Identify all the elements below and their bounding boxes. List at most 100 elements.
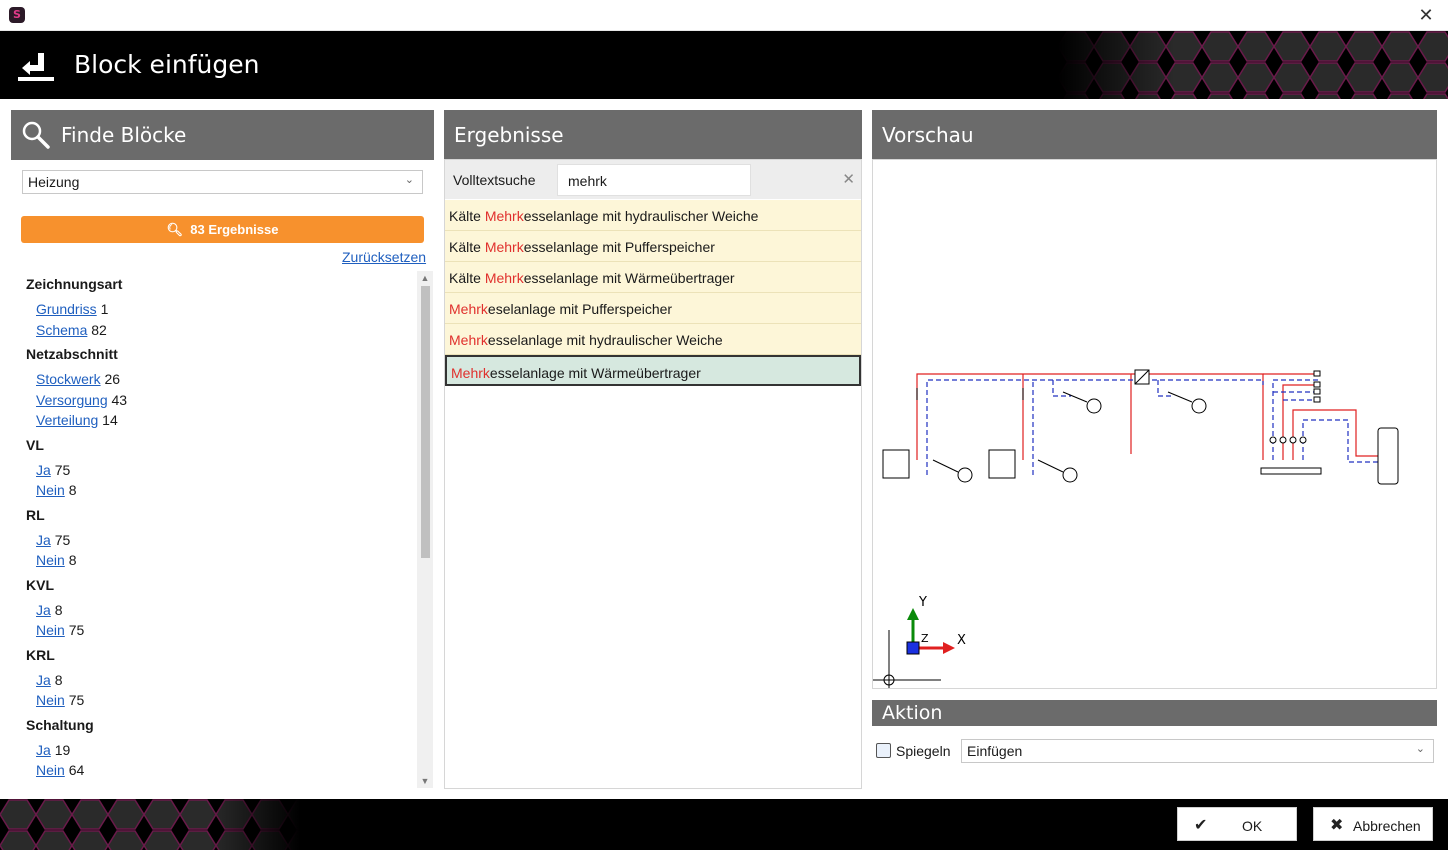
facet-item: Nein 8	[36, 482, 76, 498]
clear-search-icon[interactable]: ✕	[842, 170, 855, 188]
facet-item-count: 8	[68, 482, 77, 498]
fulltext-search-label: Volltextsuche	[453, 172, 536, 188]
close-window-button[interactable]: ✕	[1414, 3, 1438, 27]
facet-item: Nein 64	[36, 762, 84, 778]
facet-item: Schema 82	[36, 322, 107, 338]
facet-item-count: 8	[54, 601, 63, 618]
footer-hex-decoration	[0, 799, 300, 850]
cancel-icon: ✖	[1330, 817, 1344, 834]
facet-item: Nein 75	[36, 622, 84, 638]
result-item[interactable]: Mehrkesselanlage mit Wärmeübertrager	[445, 355, 861, 386]
facet-item-link[interactable]: Nein	[36, 552, 65, 568]
facet-item-link[interactable]: Nein	[36, 762, 65, 778]
result-prefix: Kälte	[449, 208, 485, 224]
facet-heading: Zeichnungsart	[26, 276, 123, 292]
facet-scrollbar[interactable]: ▲ ▼	[417, 271, 433, 788]
facet-item: Ja 8	[36, 602, 62, 618]
mirror-checkbox[interactable]	[876, 743, 891, 758]
chevron-down-icon: ⌄	[404, 174, 414, 186]
facet-item-link[interactable]: Stockwerk	[36, 371, 101, 387]
result-prefix: Kälte	[449, 239, 485, 255]
ok-button[interactable]: ✔ OK	[1177, 807, 1297, 841]
facet-item-count: 64	[68, 762, 85, 778]
facet-heading: Netzabschnitt	[26, 346, 118, 362]
reset-link[interactable]: Zurücksetzen	[342, 249, 426, 265]
cancel-button[interactable]: ✖ Abbrechen	[1313, 807, 1433, 841]
find-blocks-header: Finde Blöcke	[11, 110, 434, 160]
axis-x-label: X	[957, 633, 966, 648]
result-item[interactable]: Kälte Mehrkesselanlage mit Wärmeübertrag…	[445, 262, 861, 293]
facet-heading: Schaltung	[26, 716, 94, 733]
facet-item: Ja 8	[36, 672, 62, 688]
facet-item-link[interactable]: Verteilung	[36, 412, 98, 428]
results-header: Ergebnisse	[444, 110, 862, 160]
result-item[interactable]: Mehrkeselanlage mit Pufferspeicher	[445, 293, 861, 324]
fulltext-search-row: Volltextsuche mehrk ✕	[445, 160, 861, 199]
search-icon: 🔍︎	[166, 222, 184, 237]
facet-item-count: 75	[54, 461, 71, 478]
facet-item: Nein 75	[36, 692, 84, 708]
result-item[interactable]: Kälte Mehrkesselanlage mit Pufferspeiche…	[445, 231, 861, 262]
result-match-highlight: Mehrk	[451, 365, 490, 381]
action-header: Aktion	[872, 700, 1437, 726]
action-select-value: Einfügen	[967, 743, 1023, 759]
facet-item-link[interactable]: Ja	[36, 742, 51, 758]
app-logo-icon	[9, 7, 25, 23]
result-item[interactable]: Mehrkesselanlage mit hydraulischer Weich…	[445, 324, 861, 355]
category-select[interactable]: Heizung ⌄	[22, 170, 423, 194]
facet-item-link[interactable]: Nein	[36, 692, 65, 708]
facet-heading: RL	[26, 506, 45, 523]
facet-item-link[interactable]: Ja	[36, 602, 51, 618]
facet-item-count: 14	[102, 412, 118, 428]
facet-item-count: 8	[68, 552, 77, 568]
result-suffix: esselanlage mit Wärmeübertrager	[489, 365, 701, 381]
ok-button-label: OK	[1242, 818, 1263, 834]
scroll-down-icon[interactable]: ▼	[417, 774, 433, 788]
result-match-highlight: Mehrk	[484, 270, 524, 286]
facet-heading: KRL	[26, 646, 55, 663]
chevron-down-icon: ⌄	[1415, 743, 1425, 755]
preview-canvas[interactable]: Y X Z	[872, 159, 1437, 689]
action-select[interactable]: Einfügen ⌄	[961, 739, 1434, 763]
facet-item: Grundriss 1	[36, 301, 108, 317]
facet-item-count: 75	[54, 531, 71, 548]
preview-title: Vorschau	[882, 123, 974, 147]
facet-item: Nein 8	[36, 552, 76, 568]
facet-item: Ja 75	[36, 532, 70, 548]
results-title: Ergebnisse	[454, 123, 564, 147]
result-match-highlight: Mehrk	[484, 208, 524, 224]
facet-item-count: 19	[54, 741, 71, 758]
axis-z-label: Z	[921, 632, 929, 645]
dialog-title: Block einfügen	[74, 50, 260, 79]
facet-item-link[interactable]: Schema	[36, 322, 87, 338]
facet-heading: KVL	[26, 576, 54, 593]
result-suffix: esselanlage mit Wärmeübertrager	[523, 270, 735, 286]
results-button[interactable]: 🔍︎ 83 Ergebnisse	[21, 216, 424, 243]
check-icon: ✔	[1194, 817, 1208, 834]
mirror-label: Spiegeln	[896, 743, 951, 759]
find-blocks-title: Finde Blöcke	[61, 123, 187, 147]
facet-list: Zeichnungsart Grundriss 1 Schema 82 Netzabs…	[11, 271, 416, 788]
result-item[interactable]: Kälte Mehrkesselanlage mit hydraulischer…	[445, 200, 861, 231]
facet-item: Ja 19	[36, 742, 70, 758]
facet-item-link[interactable]: Ja	[36, 672, 51, 688]
facet-item-count: 75	[68, 622, 85, 638]
facet-item-link[interactable]: Ja	[36, 462, 51, 478]
facet-item-link[interactable]: Grundriss	[36, 301, 97, 317]
window-titlebar: ✕	[0, 0, 1448, 31]
facet-item-link[interactable]: Versorgung	[36, 392, 108, 408]
magnifier-icon	[22, 121, 50, 149]
scroll-thumb[interactable]	[421, 286, 430, 558]
facet-item-count: 8	[54, 671, 63, 688]
facet-item-count: 43	[111, 391, 128, 408]
result-prefix: Kälte	[449, 270, 485, 286]
fulltext-search-input[interactable]: mehrk	[557, 164, 751, 196]
result-suffix: eselanlage mit Pufferspeicher	[487, 301, 673, 317]
dialog-header: Block einfügen	[0, 31, 1448, 99]
facet-item-link[interactable]: Nein	[36, 622, 65, 638]
result-suffix: esselanlage mit Pufferspeicher	[523, 239, 715, 255]
facet-item-link[interactable]: Ja	[36, 532, 51, 548]
scroll-up-icon[interactable]: ▲	[417, 271, 433, 285]
facet-item-link[interactable]: Nein	[36, 482, 65, 498]
facet-item: Versorgung 43	[36, 392, 127, 408]
